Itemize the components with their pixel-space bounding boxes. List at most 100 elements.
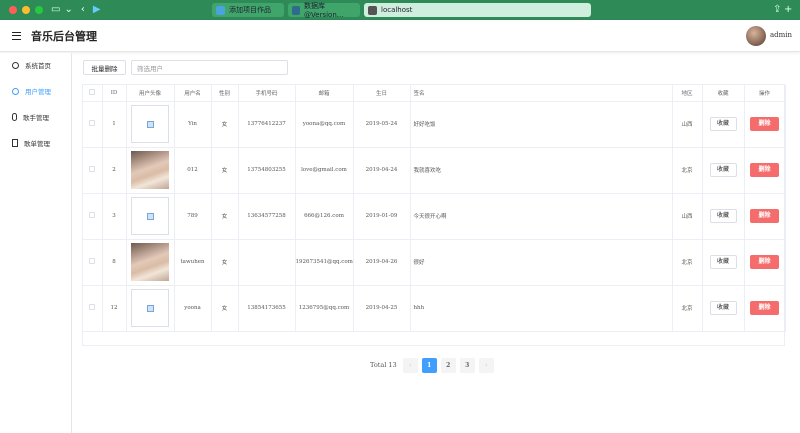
select-all-checkbox[interactable] [89,88,96,95]
cell-phone: 13754803255 [238,147,296,194]
clock-icon [12,61,19,69]
cell-actions: 删除 [744,193,786,240]
delete-button[interactable]: 删除 [750,117,779,131]
column-header: 收藏 [702,85,745,102]
cell-region: 北京 [672,147,703,194]
page-button-2[interactable]: 2 [440,357,456,373]
delete-button[interactable]: 删除 [750,255,779,269]
user-avatar-image [131,197,169,235]
cell-username: 789 [174,193,212,240]
cell-avatar [126,239,175,286]
tab-favicon [216,5,225,15]
cell-signature: 很好 [410,239,673,286]
new-tab-icon[interactable]: + [784,0,792,20]
document-icon [12,139,18,147]
cell-birthday: 2019-04-25 [353,285,411,332]
broken-image-icon [147,121,154,128]
page-button-1[interactable]: 1 [421,357,437,373]
delete-button[interactable]: 删除 [750,209,779,223]
column-header: 地区 [672,85,703,102]
cell-phone: 13854173655 [238,285,296,332]
cell-gender: 女 [211,147,239,194]
bulk-delete-button[interactable]: 批量删除 [83,60,126,75]
filter-users-input[interactable]: 筛选用户 [131,60,288,75]
cell-username: yoona [174,285,212,332]
browser-tab-2[interactable]: 数据库 @Version... [288,2,360,19]
row-checkbox[interactable] [89,120,96,126]
column-header: 签名 [410,85,673,102]
tab-favicon [292,5,301,15]
user-avatar-image [131,151,169,189]
cell-favorite: 收藏 [702,239,745,286]
delete-button[interactable]: 删除 [750,301,779,315]
page-button-3[interactable]: 3 [459,357,475,373]
cell-favorite: 收藏 [702,285,745,332]
prev-page-button[interactable]: ‹ [402,357,418,373]
user-avatar[interactable] [746,26,766,46]
close-window-button[interactable] [9,6,17,14]
sidebar-item-users[interactable]: 用户管理 [0,80,72,102]
favorite-button[interactable]: 收藏 [709,117,737,131]
next-page-button[interactable]: › [478,357,494,373]
column-header: 用户头像 [126,85,175,102]
zoom-window-button[interactable] [35,6,43,14]
sidebar-item-singers[interactable]: 歌手管理 [0,106,72,128]
chevron-down-icon[interactable]: ⌄ [64,0,72,20]
broken-image-icon [147,213,154,220]
cell-avatar [126,147,175,194]
favorite-button[interactable]: 收藏 [709,163,737,177]
sidebar-item-label: 系统首页 [25,62,51,70]
sidebar-item-home[interactable]: 系统首页 [0,54,72,76]
select-all-checkbox-cell[interactable] [83,85,103,102]
cell-email: 666@126.com [295,193,354,240]
broken-image-icon [147,305,154,312]
cell-region: 山西 [672,193,703,240]
tab-label: localhost [381,6,413,14]
row-checkbox[interactable] [89,212,96,218]
user-icon [12,87,19,95]
row-checkbox-cell[interactable] [83,285,103,332]
row-checkbox[interactable] [89,166,96,172]
row-checkbox[interactable] [89,304,96,310]
row-checkbox-cell[interactable] [83,147,103,194]
row-checkbox-cell[interactable] [83,193,103,240]
column-header: 性别 [211,85,239,102]
cell-signature: 好好吃饭 [410,101,673,148]
cell-phone: 13634577258 [238,193,296,240]
favorite-button[interactable]: 收藏 [709,255,737,269]
sidebar-item-playlists[interactable]: 歌单管理 [0,132,72,154]
cell-actions: 删除 [744,101,786,148]
browser-tab-active[interactable]: localhost [364,3,591,17]
browser-tab-1[interactable]: 添加项目作品 [212,3,284,17]
cell-signature: 我就喜欢吃 [410,147,673,194]
cell-region: 北京 [672,239,703,286]
sidebar: 系统首页 用户管理 歌手管理 歌单管理 [0,53,72,433]
user-avatar-image [131,289,169,327]
back-icon[interactable]: ‹ [81,0,85,20]
row-checkbox[interactable] [89,258,96,264]
cell-signature: hhh [410,285,673,332]
table-row: 3 789 女 13634577258 666@126.com 2019-01-09 今天很… [83,193,786,240]
username[interactable]: admin [770,31,792,39]
cell-username: tawuhen [174,239,212,286]
row-checkbox-cell[interactable] [83,239,103,286]
cell-phone: 13776412237 [238,101,296,148]
row-checkbox-cell[interactable] [83,101,103,148]
sidebar-toggle-icon[interactable]: ▭ [51,0,60,20]
cell-actions: 删除 [744,239,786,286]
browser-toolbar: ▭ ⌄ ‹ ▶ 添加项目作品 数据库 @Version... localhost… [0,0,800,20]
column-header: 邮箱 [295,85,354,102]
share-icon[interactable]: ⇪ [773,0,781,20]
cell-favorite: 收藏 [702,147,745,194]
favorite-button[interactable]: 收藏 [709,301,737,315]
favorite-button[interactable]: 收藏 [709,209,737,223]
cell-id: 1 [102,101,127,148]
cell-signature: 今天很开心啊 [410,193,673,240]
menu-icon[interactable] [12,32,21,40]
cell-favorite: 收藏 [702,101,745,148]
minimize-window-button[interactable] [22,6,30,14]
cell-id: 8 [102,239,127,286]
tab-group-icon[interactable]: ▶ [93,0,101,20]
delete-button[interactable]: 删除 [750,163,779,177]
cell-region: 山西 [672,101,703,148]
